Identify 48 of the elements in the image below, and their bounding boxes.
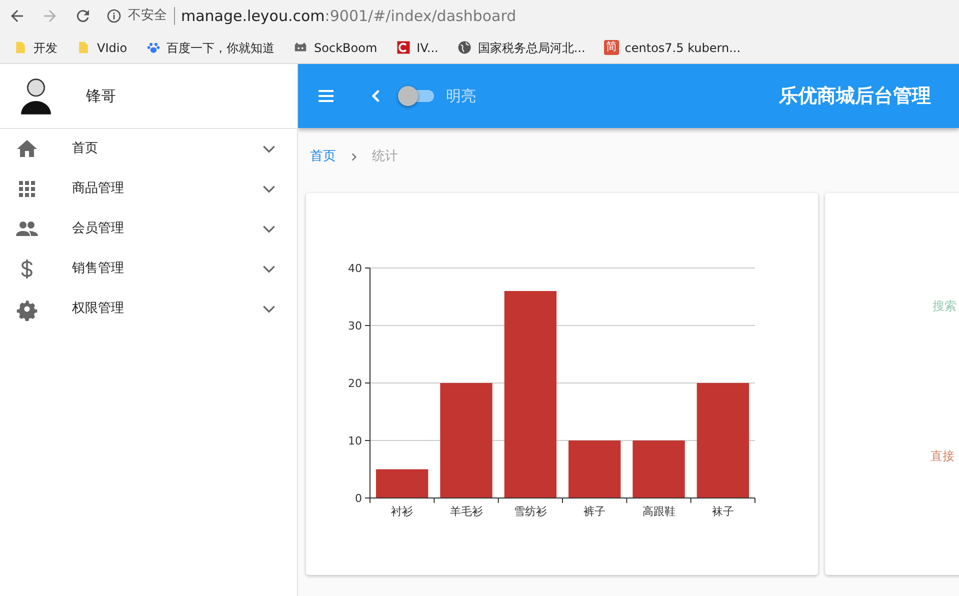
- chevron-icon: [349, 152, 359, 162]
- x-tick-label: 羊毛衫: [450, 504, 483, 518]
- x-tick-label: 雪纺衫: [514, 504, 547, 518]
- legend-label: 直接: [930, 448, 954, 464]
- sidebar-label: 销售管理: [72, 260, 125, 278]
- url-text[interactable]: manage.leyou.com:9001/#/index/dashboard: [181, 4, 516, 28]
- x-tick-label: 高跟鞋: [642, 504, 676, 518]
- theme-switch[interactable]: [398, 86, 434, 106]
- bookmark[interactable]: IV...: [390, 38, 444, 56]
- bookmark[interactable]: VIdio: [70, 38, 134, 56]
- bar: [376, 468, 428, 498]
- bookmark-glyph-icon: 简: [604, 40, 619, 55]
- sidebar-label: 首页: [72, 140, 99, 158]
- sidebar-item[interactable]: 会员管理: [0, 209, 297, 249]
- bookmark[interactable]: 简 centos7.5 kubern...: [598, 38, 747, 56]
- bookmark[interactable]: 国家税务总局河北...: [450, 38, 592, 56]
- bar: [568, 440, 621, 498]
- sidebar-item[interactable]: 权限管理: [0, 289, 297, 329]
- sidebar-label: 商品管理: [72, 180, 125, 198]
- app-title: 乐优商城后台管理: [779, 84, 931, 109]
- bookmark[interactable]: 开发: [6, 38, 64, 56]
- logo-icon: [396, 40, 411, 55]
- sidebar-item[interactable]: 首页: [0, 129, 297, 169]
- info-icon[interactable]: [106, 8, 122, 24]
- bookmark[interactable]: 百度一下，你就知道: [140, 38, 281, 56]
- security-label[interactable]: 不安全: [128, 6, 167, 26]
- breadcrumb-item[interactable]: 首页: [310, 147, 336, 166]
- x-tick-label: 袜子: [712, 504, 734, 518]
- sidebar-item[interactable]: 商品管理: [0, 169, 297, 209]
- user-name: 锋哥: [86, 86, 116, 107]
- bookmark[interactable]: SockBoom: [287, 38, 384, 56]
- y-tick-label: 0: [355, 492, 362, 504]
- folder-icon: [76, 40, 91, 55]
- breadcrumb-item: 统计: [372, 148, 398, 166]
- paw-icon: [146, 40, 161, 55]
- sidebar-item[interactable]: 销售管理: [0, 249, 297, 289]
- switch-label: 明亮: [446, 86, 476, 107]
- sidebar-label: 会员管理: [72, 220, 125, 238]
- x-tick-label: 衬衫: [391, 504, 414, 518]
- y-tick-label: 40: [348, 262, 362, 274]
- x-tick-label: 裤子: [584, 504, 606, 518]
- y-tick-label: 20: [348, 376, 362, 390]
- globe-icon: [456, 40, 472, 55]
- bar: [632, 440, 685, 498]
- y-tick-label: 10: [348, 434, 362, 447]
- y-tick-label: 30: [348, 319, 362, 332]
- sidebar-label: 权限管理: [72, 300, 125, 318]
- legend-label: 搜索: [932, 298, 956, 314]
